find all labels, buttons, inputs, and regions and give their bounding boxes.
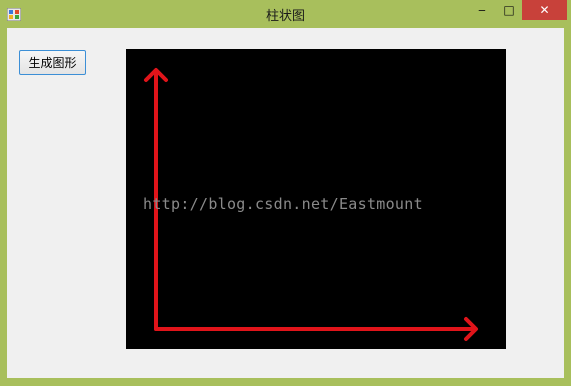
client-area: 生成图形 http://blog.csdn.net/Eastmount [7, 28, 564, 378]
minimize-button[interactable]: ‒ [470, 0, 494, 20]
minimize-icon: ‒ [478, 3, 486, 17]
close-button[interactable]: ✕ [522, 0, 567, 20]
chart-canvas: http://blog.csdn.net/Eastmount [126, 49, 506, 349]
title-bar[interactable]: 柱状图 ‒ □ ✕ [0, 0, 571, 28]
app-window: 柱状图 ‒ □ ✕ 生成图形 http://blog.csdn.net/East… [0, 0, 571, 386]
generate-chart-button[interactable]: 生成图形 [19, 50, 86, 75]
maximize-icon: □ [503, 3, 515, 17]
watermark-text: http://blog.csdn.net/Eastmount [143, 195, 423, 213]
maximize-button[interactable]: □ [496, 0, 522, 20]
close-icon: ✕ [539, 3, 550, 17]
